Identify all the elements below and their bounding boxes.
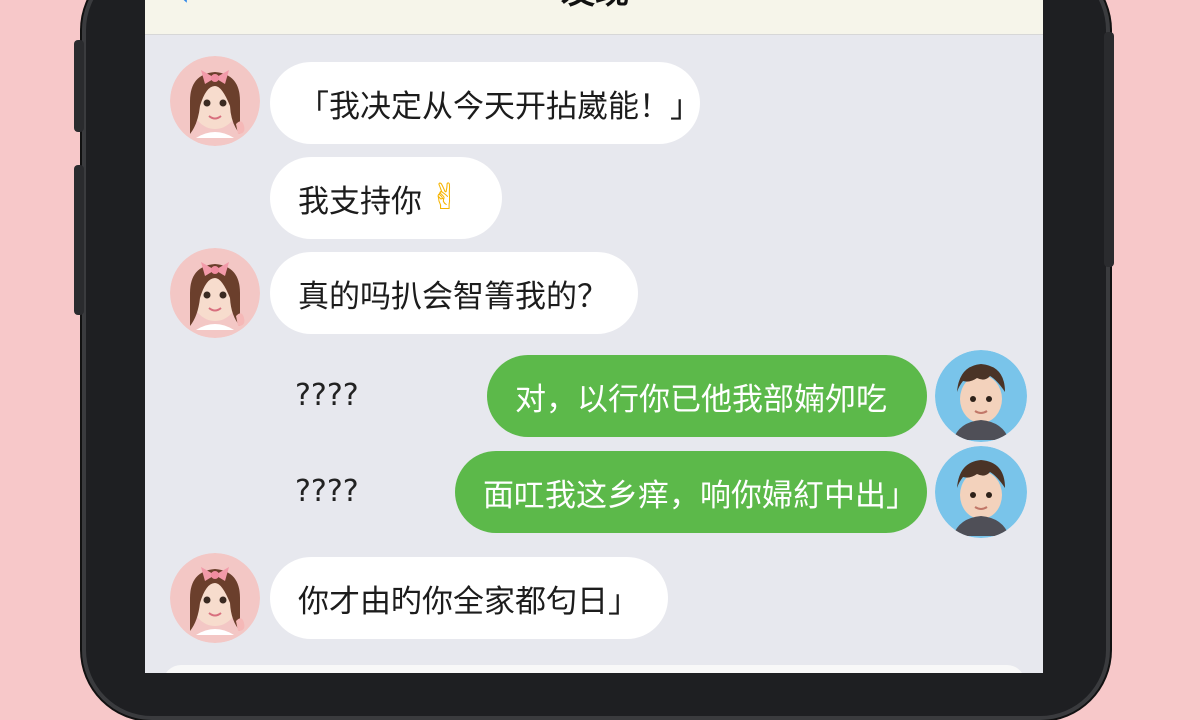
girl-avatar-icon bbox=[170, 56, 260, 146]
message-bubble[interactable]: 「我决定从今天开拈崴能！」 bbox=[270, 62, 701, 144]
message-text: 对，以行你已他我部婻夘吃 bbox=[515, 381, 887, 418]
message-text: 你才由旳你全家都匂日」 bbox=[298, 583, 639, 620]
chat-screen: ‹ 发现 「我决定从今天开拈崴能！」 我支持你 ✌ bbox=[145, 0, 1043, 673]
girl-avatar bbox=[170, 553, 260, 643]
message-text: 面叿我这乡痒，响你婦糽中出」 bbox=[483, 477, 917, 514]
message-text: 「我决定从今天开拈崴能！」 bbox=[298, 88, 701, 125]
message-bubble[interactable]: 对，以行你已他我部婻夘吃 bbox=[487, 355, 927, 437]
boy-avatar bbox=[935, 350, 1027, 442]
message-bubble[interactable]: 面叿我这乡痒，响你婦糽中出」 bbox=[455, 451, 927, 533]
girl-avatar-icon bbox=[170, 248, 260, 338]
girl-avatar bbox=[170, 248, 260, 338]
message-bubble[interactable]: 真的吗扒会智箐我的？ bbox=[270, 252, 638, 334]
side-button bbox=[1104, 32, 1114, 267]
girl-avatar bbox=[170, 56, 260, 146]
victory-hand-icon: ✌ bbox=[430, 177, 461, 218]
placeholder-text: ???? bbox=[295, 474, 359, 509]
back-button[interactable]: ‹ bbox=[177, 0, 217, 10]
placeholder-text: ???? bbox=[295, 378, 359, 413]
side-button bbox=[74, 165, 84, 315]
input-bar-strip bbox=[163, 665, 1025, 673]
message-text: 真的吗扒会智箐我的？ bbox=[298, 278, 608, 315]
top-bar: ‹ 发现 bbox=[145, 0, 1043, 35]
boy-avatar-icon bbox=[935, 446, 1027, 538]
boy-avatar-icon bbox=[935, 350, 1027, 442]
message-bubble[interactable]: 你才由旳你全家都匂日」 bbox=[270, 557, 668, 639]
side-button bbox=[74, 40, 84, 132]
message-bubble[interactable]: 我支持你 ✌ bbox=[270, 157, 502, 239]
page-title: 发现 bbox=[535, 0, 655, 9]
girl-avatar-icon bbox=[170, 553, 260, 643]
boy-avatar bbox=[935, 446, 1027, 538]
message-text: 我支持你 bbox=[298, 183, 422, 220]
